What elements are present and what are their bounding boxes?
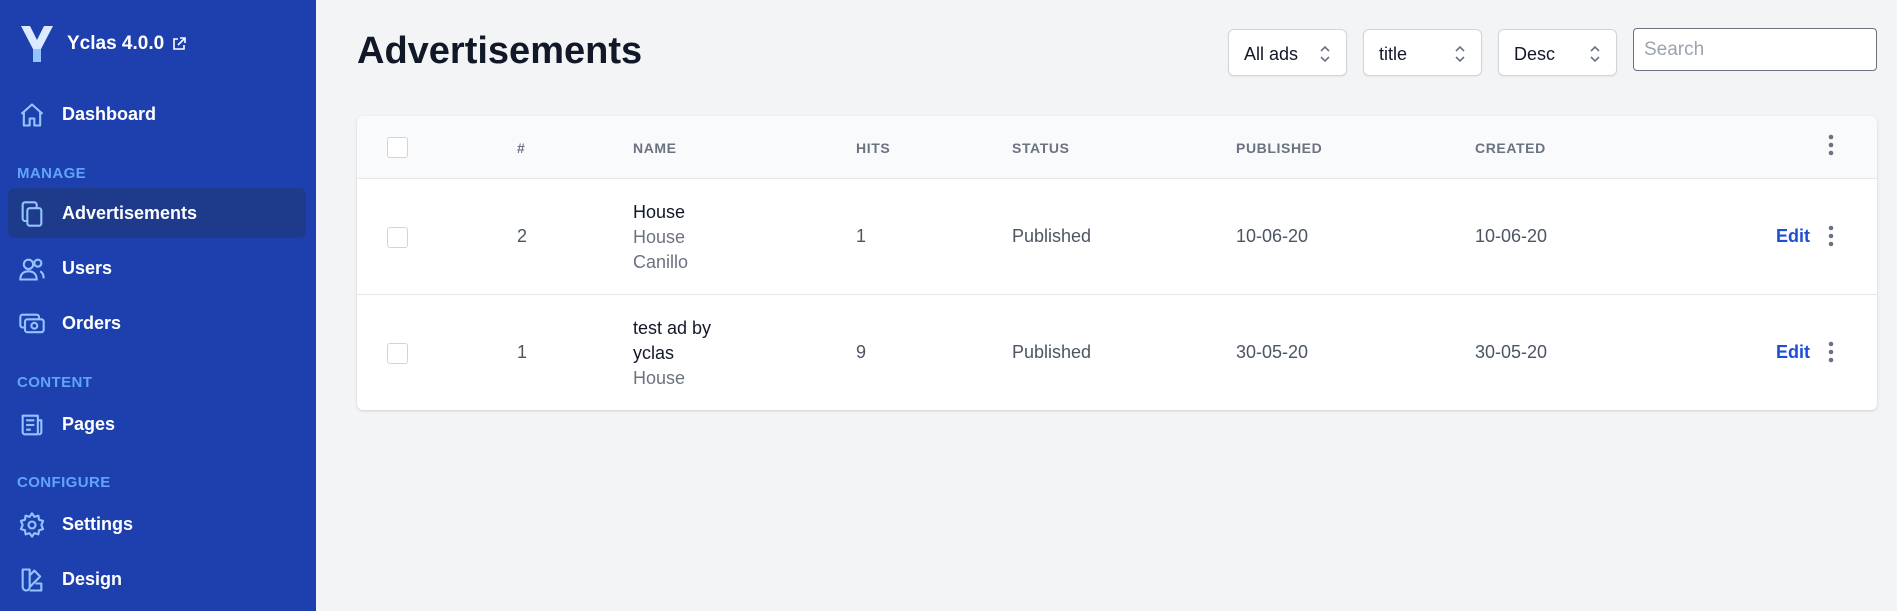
sort-order-select[interactable]: Desc [1498,29,1617,76]
ad-category: House [633,227,686,247]
select-all-checkbox[interactable] [387,137,408,158]
cell-hits: 1 [856,226,867,246]
cell-name: test ad by yclas House [633,316,711,391]
sidebar-item-design[interactable]: Design [8,554,306,604]
ad-title-line-1[interactable]: test ad by [633,316,711,341]
edit-link[interactable]: Edit [1776,342,1810,363]
selector-icon [1320,45,1330,63]
column-options-icon[interactable] [1826,133,1836,157]
ad-location: Canillo [633,252,689,272]
selector-icon [1590,45,1600,63]
cell-id: 2 [517,226,528,246]
cell-status: Published [1012,342,1092,362]
sidebar-item-label: Dashboard [62,103,157,124]
ad-title-line-2[interactable]: yclas [633,341,711,366]
row-checkbox[interactable] [387,227,408,248]
brand-name: Yclas 4.0.0 [67,33,165,54]
sidebar: Yclas 4.0.0 Dashboard MANAGE Advertiseme… [0,0,316,611]
edit-link[interactable]: Edit [1776,226,1810,247]
cell-published: 10-06-20 [1236,226,1309,246]
page-title: Advertisements [357,30,643,72]
sidebar-item-label: Orders [62,312,122,333]
sidebar-item-label: Users [62,257,113,278]
section-label-manage: MANAGE [17,165,87,182]
home-icon [20,103,44,127]
sort-field-select[interactable]: title [1363,29,1482,76]
copy-icon [21,201,43,227]
color-swatch-icon [21,568,43,592]
cash-icon [19,313,45,334]
sidebar-item-label: Pages [62,413,116,434]
newspaper-icon [21,414,43,436]
yclas-logo-icon [21,26,53,62]
cell-name: House House Canillo [633,200,688,275]
ads-filter-select[interactable]: All ads [1228,29,1347,76]
sidebar-item-pages[interactable]: Pages [8,399,306,449]
sidebar-item-dashboard[interactable]: Dashboard [8,89,306,139]
selector-icon [1455,45,1465,63]
table-row: 2 House House Canillo 1 Published 10-06-… [357,179,1877,295]
cell-status: Published [1012,226,1092,246]
section-label-configure: CONFIGURE [17,474,111,491]
column-header-hits[interactable]: HITS [856,140,890,156]
cell-id: 1 [517,342,528,362]
cell-created: 30-05-20 [1475,342,1548,362]
sort-field-value: title [1379,44,1408,64]
sidebar-item-advertisements[interactable]: Advertisements [8,188,306,238]
users-icon [19,258,45,281]
sidebar-item-label: Design [62,568,123,589]
column-header-name[interactable]: NAME [633,140,677,156]
cell-created: 10-06-20 [1475,226,1548,246]
table-row: 1 test ad by yclas House 9 Published 30-… [357,295,1877,410]
advertisements-table: # NAME HITS STATUS PUBLISHED CREATED 2 H… [357,116,1877,410]
cell-published: 30-05-20 [1236,342,1309,362]
brand[interactable]: Yclas 4.0.0 [17,22,187,66]
row-options-icon[interactable] [1826,224,1836,248]
ad-category: House [633,368,686,388]
column-header-published[interactable]: PUBLISHED [1236,140,1322,156]
sidebar-item-label: Advertisements [62,202,198,223]
section-label-content: CONTENT [17,374,93,391]
cell-hits: 9 [856,342,867,362]
row-checkbox[interactable] [387,343,408,364]
sidebar-item-label: Settings [62,513,134,534]
sidebar-item-orders[interactable]: Orders [8,298,306,348]
sort-order-value: Desc [1514,44,1556,64]
sidebar-item-settings[interactable]: Settings [8,499,306,549]
row-options-icon[interactable] [1826,340,1836,364]
ads-filter-value: All ads [1244,44,1299,64]
cog-icon [19,512,45,538]
ad-title[interactable]: House [633,200,688,225]
external-link-icon[interactable] [171,36,187,52]
column-header-status[interactable]: STATUS [1012,140,1070,156]
column-header-created[interactable]: CREATED [1475,140,1546,156]
table-header: # NAME HITS STATUS PUBLISHED CREATED [357,116,1877,179]
sidebar-item-users[interactable]: Users [8,243,306,293]
search-input[interactable] [1633,28,1877,71]
column-header-id[interactable]: # [517,140,525,156]
